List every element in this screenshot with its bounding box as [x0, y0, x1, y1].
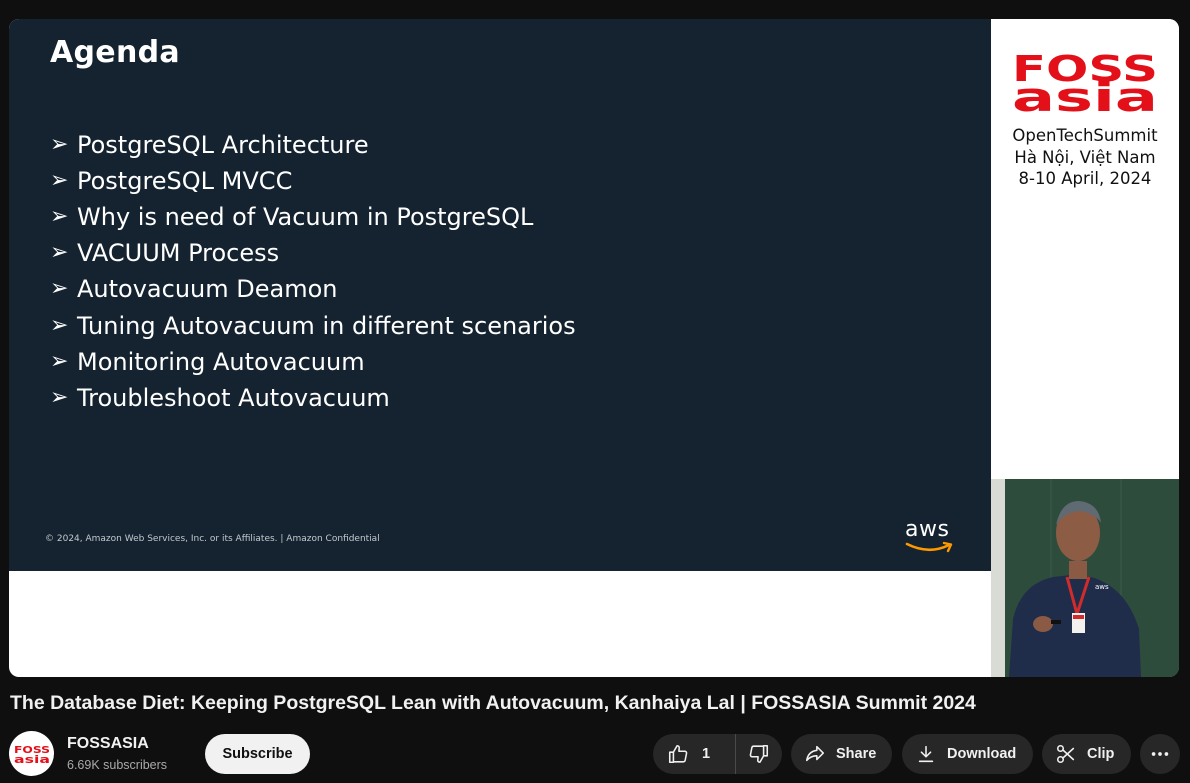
aws-logo: aws	[905, 519, 957, 559]
agenda-item: ➢ PostgreSQL Architecture	[50, 127, 576, 163]
bullet-arrow-icon: ➢	[50, 204, 69, 230]
slide-title: Agenda	[50, 35, 180, 70]
subscribe-button[interactable]: Subscribe	[205, 734, 310, 774]
event-location: Hà Nội, Việt Nam	[1014, 147, 1156, 167]
bullet-arrow-icon: ➢	[50, 348, 69, 374]
speaker-video-image: aws	[991, 479, 1179, 677]
download-label: Download	[947, 746, 1017, 762]
share-icon	[804, 743, 826, 765]
agenda-item: ➢ Monitoring Autovacuum	[50, 344, 576, 380]
svg-text:aws: aws	[1095, 583, 1109, 591]
event-name: OpenTechSummit	[1012, 126, 1158, 145]
bullet-arrow-icon: ➢	[50, 276, 69, 302]
download-icon	[915, 743, 937, 765]
like-button[interactable]: 1	[653, 734, 736, 774]
more-actions-button[interactable]	[1140, 734, 1180, 774]
agenda-item: ➢ VACUUM Process	[50, 235, 576, 271]
event-branding-panel: FOSS asia OpenTechSummit Hà Nội, Việt Na…	[991, 19, 1179, 479]
like-count: 1	[702, 746, 711, 762]
clip-label: Clip	[1087, 746, 1115, 762]
bullet-arrow-icon: ➢	[50, 132, 69, 158]
thumbs-down-icon	[748, 743, 770, 765]
share-label: Share	[836, 746, 877, 762]
bullet-arrow-icon: ➢	[50, 168, 69, 194]
aws-smile-icon	[905, 541, 953, 553]
clip-button[interactable]: Clip	[1042, 734, 1131, 774]
agenda-item: ➢ Autovacuum Deamon	[50, 271, 576, 307]
agenda-item: ➢ Why is need of Vacuum in PostgreSQL	[50, 199, 576, 235]
scissors-icon	[1055, 743, 1077, 765]
thumbs-up-icon	[667, 743, 689, 765]
dislike-button[interactable]	[736, 734, 782, 774]
video-title: The Database Diet: Keeping PostgreSQL Le…	[10, 692, 976, 714]
like-dislike-group: 1	[653, 734, 782, 774]
event-info: OpenTechSummit Hà Nội, Việt Nam 8-10 Apr…	[991, 125, 1179, 190]
speaker-camera-feed: aws	[991, 479, 1179, 677]
fossasia-avatar-logo: FOSS asia	[14, 745, 50, 764]
bullet-arrow-icon: ➢	[50, 240, 69, 266]
agenda-item: ➢ Troubleshoot Autovacuum	[50, 380, 576, 416]
svg-text:asia: asia	[1012, 75, 1158, 113]
video-player[interactable]: Agenda ➢ PostgreSQL Architecture ➢ Postgre…	[9, 19, 1179, 677]
event-dates: 8-10 April, 2024	[1018, 169, 1152, 188]
svg-text:asia: asia	[14, 753, 50, 764]
subscriber-count: 6.69K subscribers	[67, 758, 168, 772]
fossasia-logo: FOSS asia	[1011, 49, 1159, 121]
bullet-arrow-icon: ➢	[50, 312, 69, 338]
agenda-item: ➢ PostgreSQL MVCC	[50, 163, 576, 199]
share-button[interactable]: Share	[791, 734, 892, 774]
channel-name[interactable]: FOSSASIA	[67, 735, 149, 753]
slide-copyright: © 2024, Amazon Web Services, Inc. or its…	[45, 534, 380, 544]
bullet-arrow-icon: ➢	[50, 384, 69, 410]
channel-avatar[interactable]: FOSS asia	[9, 731, 54, 776]
more-icon	[1149, 743, 1171, 765]
agenda-item: ➢ Tuning Autovacuum in different scenario…	[50, 307, 576, 343]
agenda-list: ➢ PostgreSQL Architecture ➢ PostgreSQL MVC…	[50, 127, 576, 416]
download-button[interactable]: Download	[902, 734, 1033, 774]
presentation-slide: Agenda ➢ PostgreSQL Architecture ➢ Postgre…	[9, 19, 991, 571]
